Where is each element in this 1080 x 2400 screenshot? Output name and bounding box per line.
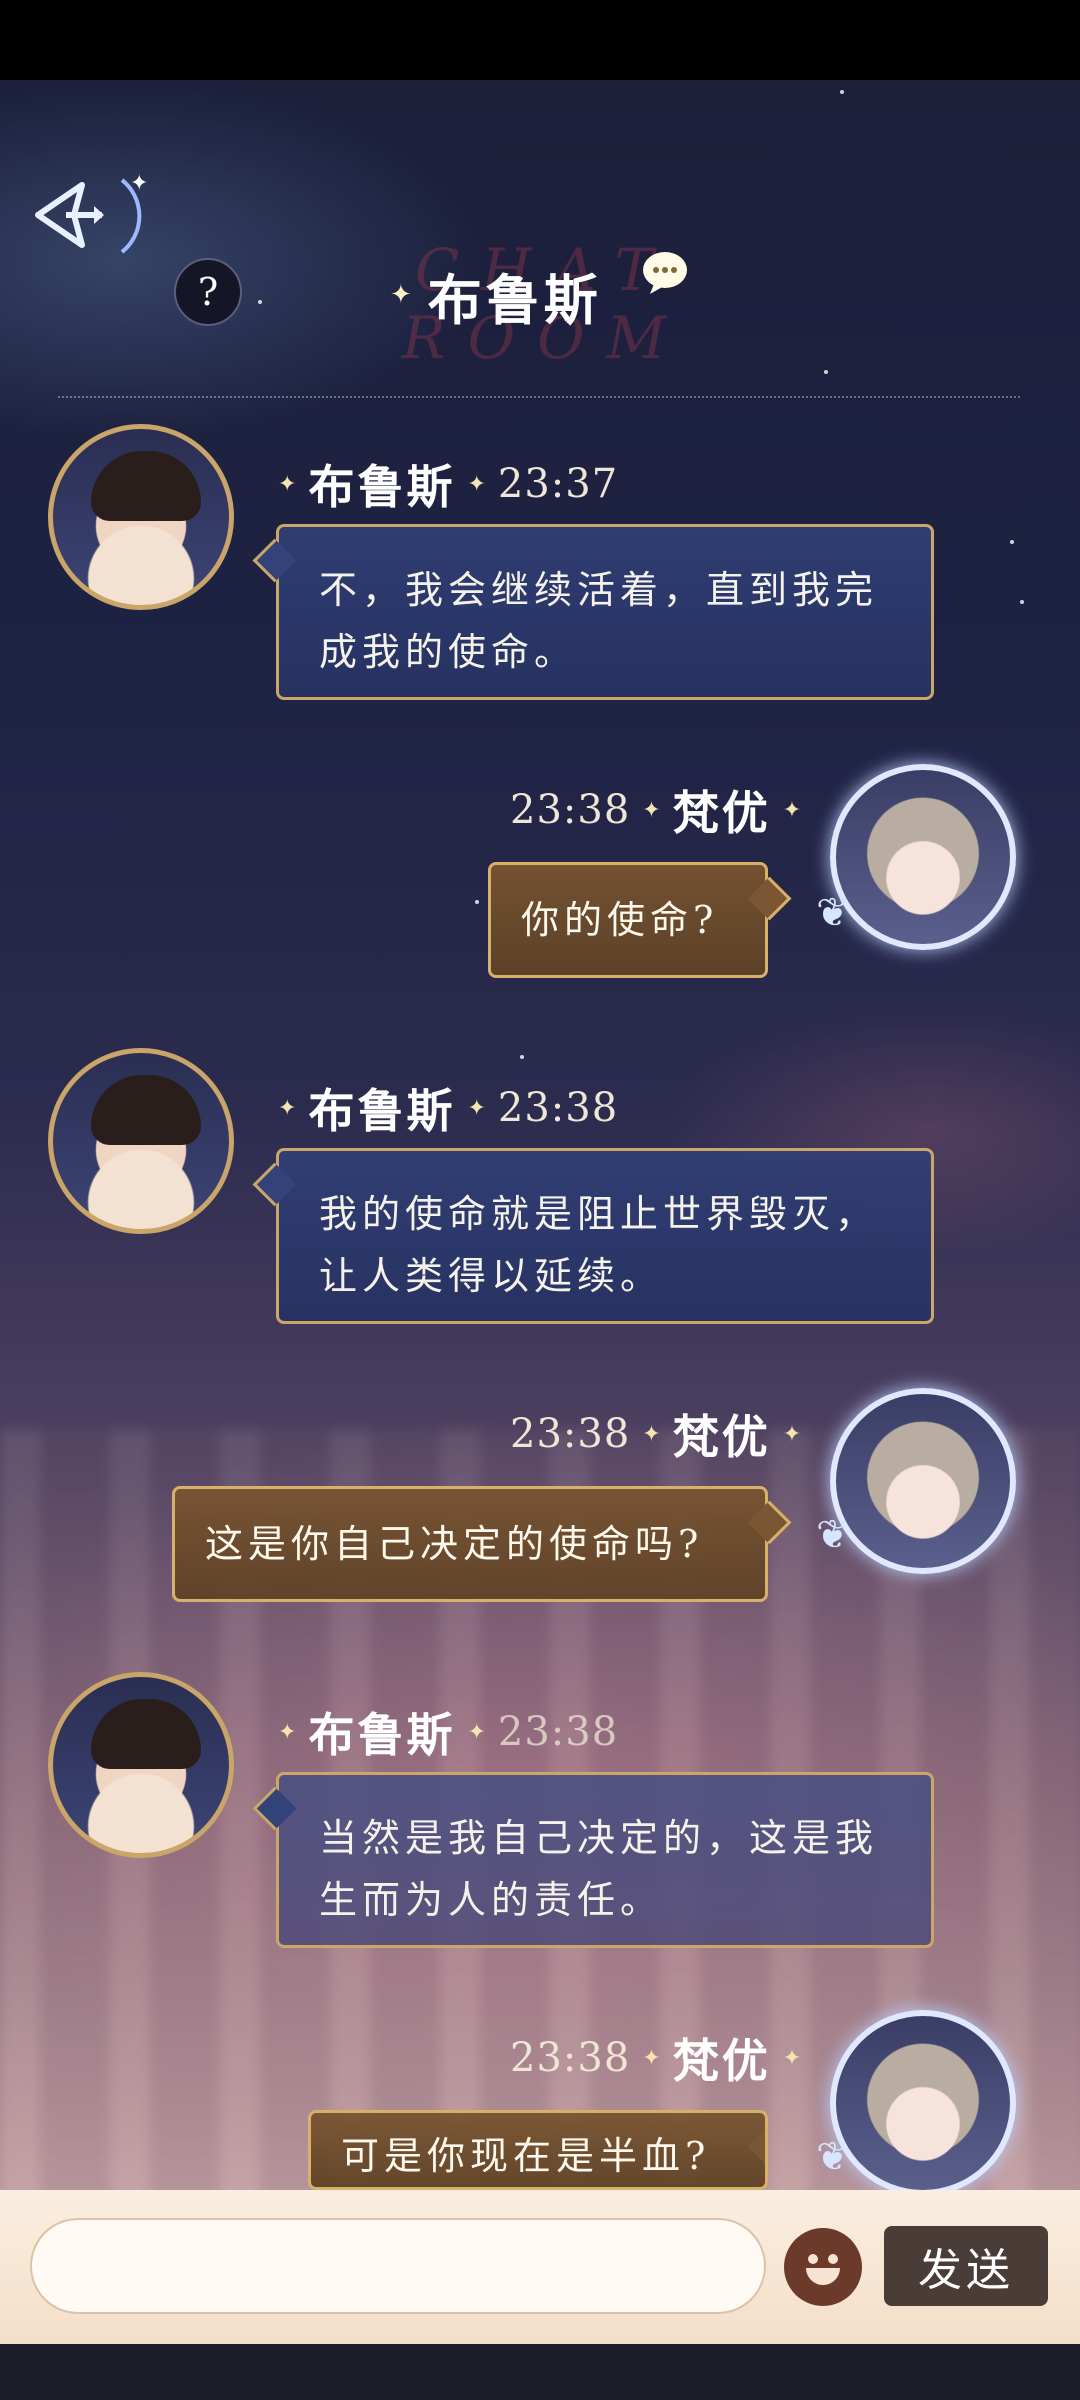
message-header: ✦ 布鲁斯 ✦ 23:37 [266, 454, 618, 514]
message-bubble: 不，我会继续活着，直到我完成我的使命。 [276, 524, 934, 700]
sparkle-icon: ✦ [642, 797, 661, 823]
message-composer: 发送 [0, 2190, 1080, 2344]
message-bubble: 当然是我自己决定的，这是我生而为人的责任。 [276, 1772, 934, 1948]
emoji-icon [806, 2268, 840, 2285]
back-arrow-icon: ✦ [35, 171, 148, 254]
message-input[interactable] [30, 2218, 766, 2314]
help-label: ? [197, 270, 219, 314]
message-time: 23:37 [497, 461, 619, 507]
message-header: ✦ 布鲁斯 ✦ 23:38 [266, 1078, 618, 1138]
sparkle-icon: ✦ [278, 471, 297, 497]
sender-name: 梵优 [672, 786, 771, 840]
star [258, 300, 262, 304]
sender-name: 布鲁斯 [308, 460, 456, 514]
sender-name: 梵优 [672, 1410, 771, 1464]
sparkle-icon: ✦ [390, 280, 412, 310]
svg-text:✦: ✦ [130, 171, 148, 196]
avatar-bruce[interactable] [48, 1048, 234, 1234]
sparkle-icon: ✦ [278, 1719, 297, 1745]
back-button[interactable]: ✦ [18, 160, 158, 270]
avatar-fanyou[interactable] [830, 2010, 1016, 2196]
sparkle-icon: ✦ [467, 1095, 486, 1121]
message-time: 23:38 [497, 1085, 619, 1131]
star [475, 900, 479, 904]
message-bubble: 我的使命就是阻止世界毁灭，让人类得以延续。 [276, 1148, 934, 1324]
butterfly-icon: ❦ [816, 890, 850, 936]
butterfly-icon: ❦ [816, 2134, 850, 2180]
sparkle-icon: ✦ [642, 1421, 661, 1447]
message-header: 23:38 ✦ 梵优 ✦ [510, 2028, 813, 2088]
avatar-fanyou[interactable] [830, 1388, 1016, 1574]
sender-name: 梵优 [672, 2034, 771, 2088]
message-time: 23:38 [510, 1411, 631, 1457]
sender-name: 布鲁斯 [308, 1084, 456, 1138]
emoji-icon [808, 2254, 818, 2264]
help-button[interactable]: ? [174, 258, 242, 326]
chat-bubble-icon [643, 252, 687, 294]
send-button[interactable]: 发送 [884, 2226, 1048, 2306]
sparkle-icon: ✦ [467, 1719, 486, 1745]
status-bar [0, 0, 1080, 80]
message-time: 23:38 [510, 787, 631, 833]
emoji-icon [828, 2254, 838, 2264]
message-time: 23:38 [497, 1709, 619, 1755]
message-time: 23:38 [510, 2035, 631, 2081]
sparkle-icon: ✦ [467, 471, 486, 497]
star [520, 1055, 524, 1059]
sparkle-icon: ✦ [782, 2045, 802, 2071]
message-header: 23:38 ✦ 梵优 ✦ [510, 780, 813, 840]
sender-name: 布鲁斯 [308, 1708, 456, 1762]
sparkle-icon: ✦ [642, 2045, 661, 2071]
sparkle-icon: ✦ [782, 797, 802, 823]
star [840, 90, 844, 94]
message-bubble: 可是你现在是半血? [308, 2110, 768, 2190]
star [824, 370, 828, 374]
message-header: ✦ 布鲁斯 ✦ 23:38 [266, 1702, 618, 1762]
avatar-bruce[interactable] [48, 424, 234, 610]
sparkle-icon: ✦ [278, 1095, 297, 1121]
header-divider [58, 396, 1020, 398]
star [1010, 540, 1014, 544]
message-header: 23:38 ✦ 梵优 ✦ [510, 1404, 813, 1464]
page-title: 布鲁斯 [427, 267, 602, 332]
avatar-bruce[interactable] [48, 1672, 234, 1858]
message-bubble: 这是你自己决定的使命吗? [172, 1486, 768, 1602]
star [1020, 600, 1024, 604]
butterfly-icon: ❦ [816, 1512, 850, 1558]
sparkle-icon: ✦ [782, 1421, 802, 1447]
emoji-button[interactable] [784, 2228, 862, 2306]
navigation-bar [0, 2344, 1080, 2400]
avatar-fanyou[interactable] [830, 764, 1016, 950]
message-bubble: 你的使命? [488, 862, 768, 978]
